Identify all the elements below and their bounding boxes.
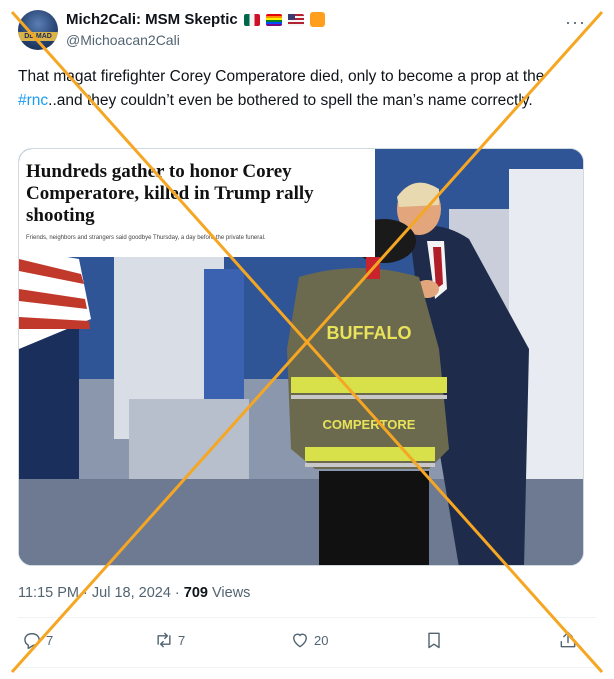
more-icon[interactable]: ···	[565, 12, 586, 33]
mexico-flag-icon	[243, 13, 260, 26]
author-handle[interactable]: @Michoacan2Cali	[66, 32, 180, 48]
bookmark-button[interactable]	[424, 630, 444, 650]
divider	[18, 667, 596, 668]
reply-count: 7	[46, 632, 54, 648]
news-headline: Hundreds gather to honor Corey Comperato…	[26, 161, 314, 226]
tweet-text-after: ..and they couldn’t even be bothered to …	[48, 92, 533, 109]
pride-flag-icon	[265, 13, 282, 26]
share-button[interactable]	[558, 630, 578, 650]
repost-icon	[157, 632, 171, 648]
news-subhead: Friends, neighbors and strangers said go…	[26, 235, 266, 241]
orange-square-icon	[309, 12, 325, 27]
tweet-text-before: That magat firefighter Corey Comperatore…	[18, 68, 545, 85]
divider	[18, 617, 596, 618]
tweet-meta: 11:15 PM · Jul 18, 2024 · 709 Views	[18, 585, 250, 601]
like-count: 20	[314, 632, 329, 648]
author-display-name[interactable]: Mich2Cali: MSM Skeptic	[66, 11, 238, 28]
author-name-row: Mich2Cali: MSM Skeptic	[66, 11, 325, 28]
repost-button[interactable]: 7	[154, 630, 185, 650]
views-label: Views	[207, 585, 251, 601]
action-bar: 7 7 20	[18, 630, 596, 658]
news-headline-overlay: Hundreds gather to honor Corey Comperato…	[19, 149, 375, 257]
tweet-card: DE MAD Mich2Cali: MSM Skeptic @Michoacan…	[0, 0, 614, 679]
like-icon	[293, 633, 307, 648]
jacket-text-buffalo: BUFFALO	[327, 323, 412, 343]
avatar[interactable]: DE MAD	[18, 10, 58, 50]
jacket-text-name: COMPERTORE	[323, 417, 416, 432]
tweet-media-image[interactable]: BUFFALO COMPERTORE Hundreds gather to ho…	[18, 148, 584, 566]
bookmark-icon	[428, 632, 440, 649]
repost-count: 7	[178, 632, 186, 648]
like-button[interactable]: 20	[290, 630, 328, 650]
views-count: 709	[183, 585, 208, 601]
hashtag-link[interactable]: #rnc	[18, 92, 48, 109]
tweet-timestamp[interactable]: 11:15 PM · Jul 18, 2024 ·	[18, 585, 184, 601]
share-icon	[560, 631, 576, 648]
us-flag-icon	[287, 13, 304, 26]
reply-button[interactable]: 7	[22, 630, 53, 650]
avatar-text: DE MAD	[24, 33, 52, 40]
reply-icon	[24, 633, 40, 650]
tweet-text: That magat firefighter Corey Comperatore…	[18, 65, 596, 113]
